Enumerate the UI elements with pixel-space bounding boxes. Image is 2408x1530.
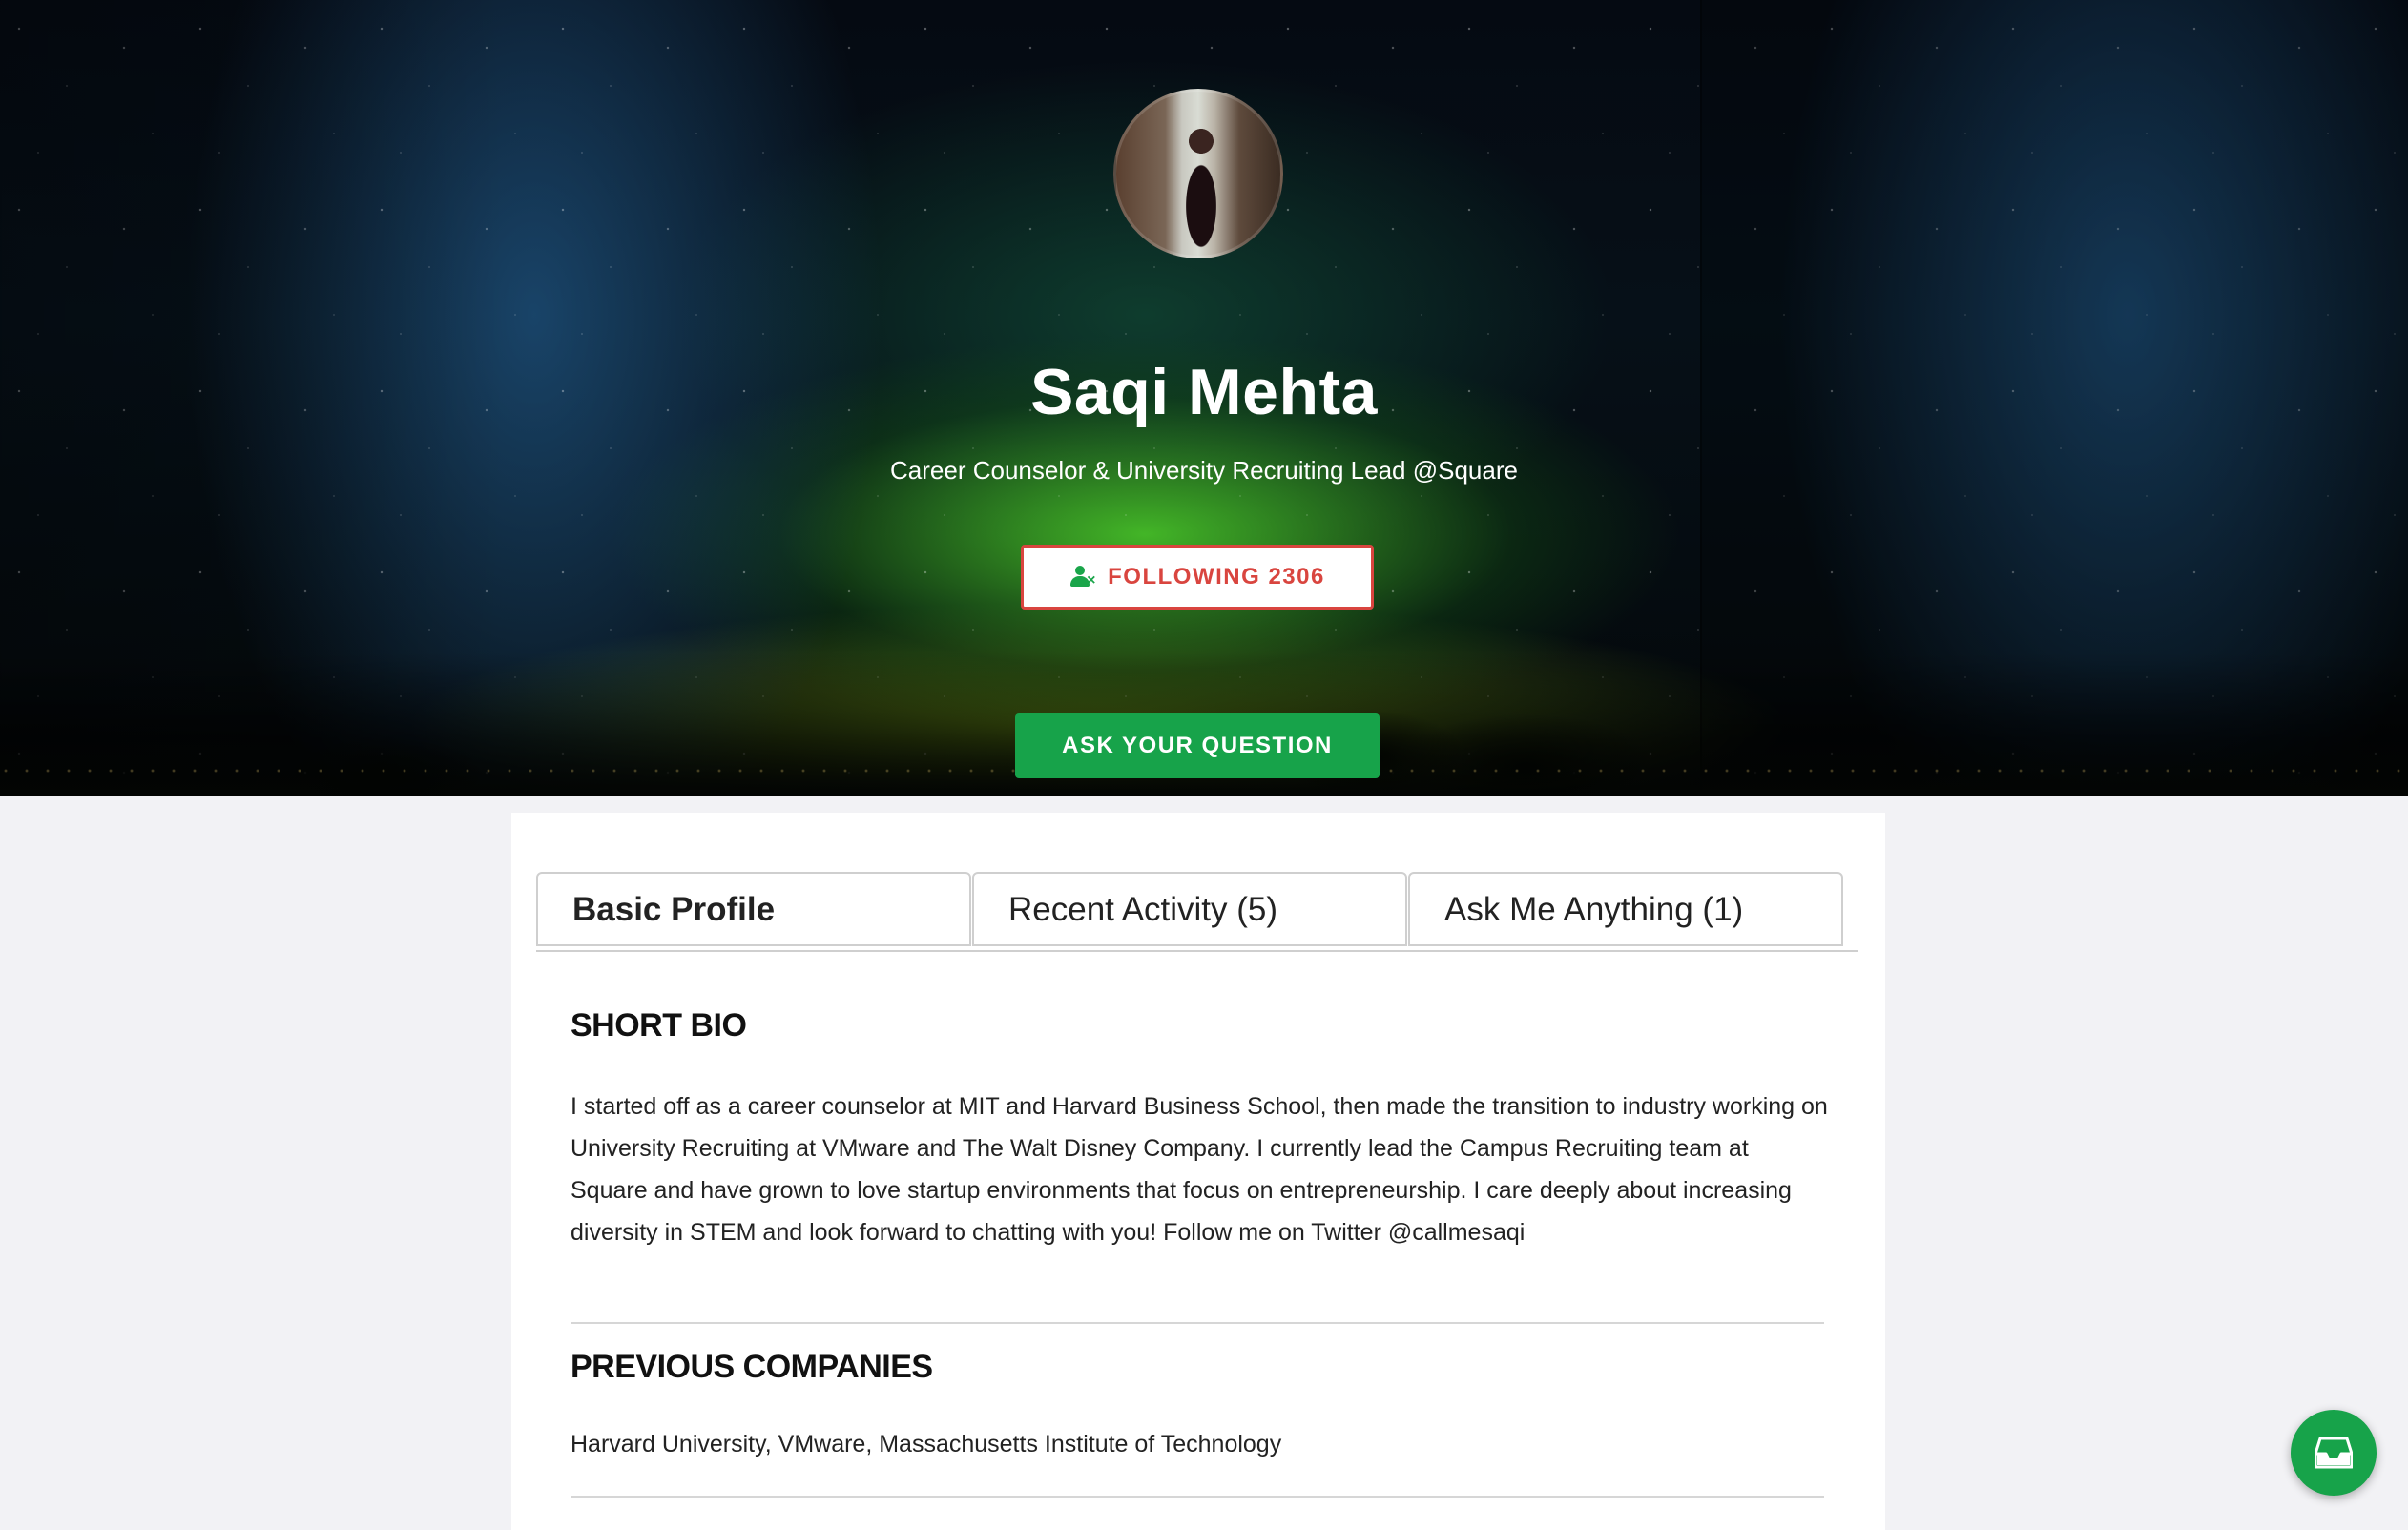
section-divider	[571, 1496, 1824, 1498]
previous-companies-title: PREVIOUS COMPANIES	[571, 1349, 933, 1385]
section-divider	[571, 1322, 1824, 1324]
profile-headline: Career Counselor & University Recruiting…	[890, 456, 1518, 485]
profile-tabs: Basic Profile Recent Activity (5) Ask Me…	[536, 872, 1858, 952]
avatar	[1113, 89, 1283, 258]
ask-question-button-label: ASK YOUR QUESTION	[1062, 733, 1333, 758]
inbox-button[interactable]	[2291, 1410, 2377, 1496]
following-button[interactable]: × FOLLOWING 2306	[1021, 545, 1374, 610]
user-unfollow-icon: ×	[1069, 566, 1096, 589]
profile-hero: Saqi Mehta Career Counselor & University…	[0, 0, 2408, 796]
ask-question-button[interactable]: ASK YOUR QUESTION	[1015, 713, 1380, 778]
previous-companies-text: Harvard University, VMware, Massachusett…	[571, 1431, 1282, 1458]
inbox-icon	[2315, 1437, 2353, 1469]
following-button-label: FOLLOWING 2306	[1108, 564, 1325, 589]
short-bio-text: I started off as a career counselor at M…	[571, 1093, 1828, 1246]
profile-card: Basic Profile Recent Activity (5) Ask Me…	[511, 813, 1885, 1530]
tab-basic-profile[interactable]: Basic Profile	[536, 872, 971, 946]
profile-name: Saqi Mehta	[1030, 356, 1378, 428]
tab-recent-activity[interactable]: Recent Activity (5)	[972, 872, 1407, 946]
tab-ask-me-anything[interactable]: Ask Me Anything (1)	[1408, 872, 1843, 946]
short-bio-title: SHORT BIO	[571, 1007, 747, 1044]
